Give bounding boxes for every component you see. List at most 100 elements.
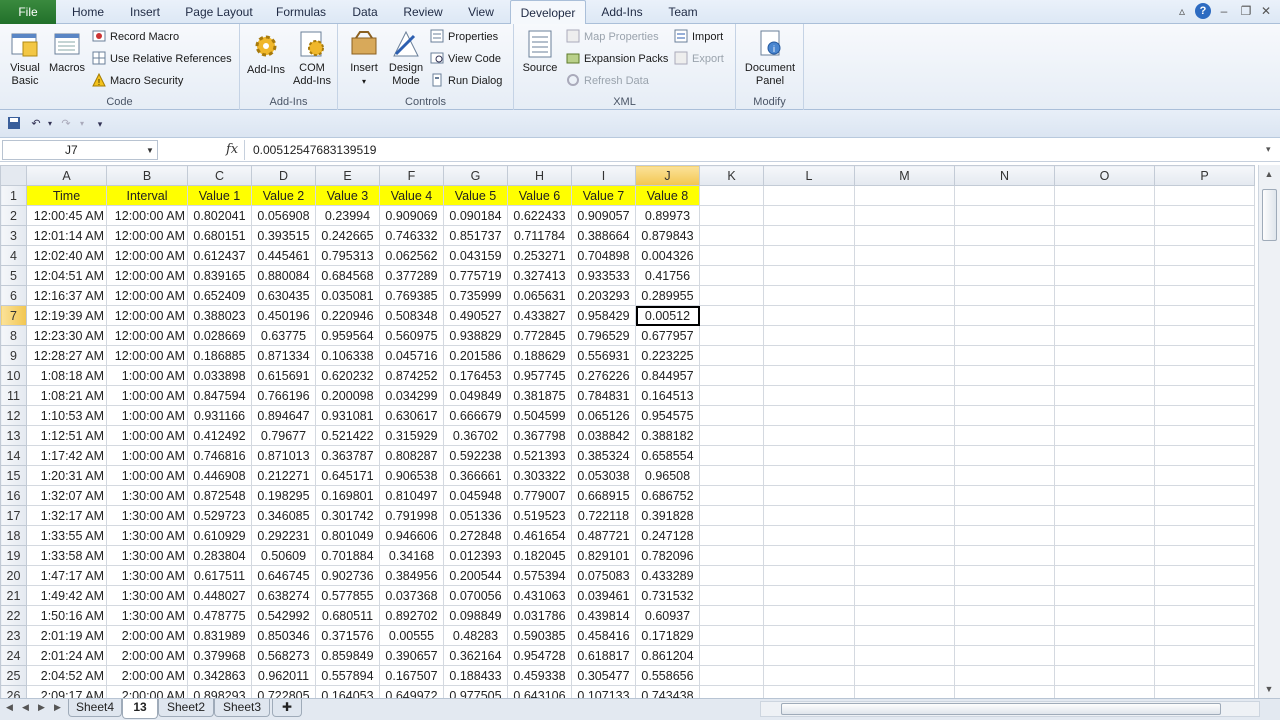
row-header[interactable]: 11 [0,385,27,406]
cell[interactable]: 0.746332 [379,225,444,246]
cell[interactable]: 0.045948 [443,485,508,506]
cell[interactable]: 0.743438 [635,685,700,698]
cell[interactable]: 0.461654 [507,525,572,546]
cell[interactable]: 0.89973 [635,205,700,226]
cell[interactable] [763,345,855,366]
cell[interactable]: 1:33:58 AM [26,545,107,566]
formula-input[interactable]: 0.00512547683139519 [244,140,1264,160]
cell[interactable] [1154,345,1255,366]
cell[interactable] [854,685,955,698]
column-header-l[interactable]: L [763,165,855,186]
cell[interactable] [954,485,1055,506]
column-header-e[interactable]: E [315,165,380,186]
cell[interactable] [954,505,1055,526]
cell[interactable]: 0.557894 [315,665,380,686]
cell[interactable]: 0.171829 [635,625,700,646]
cell[interactable] [954,365,1055,386]
vertical-scrollbar[interactable]: ▲ ▼ [1258,165,1280,698]
source-button[interactable]: Source [520,28,560,75]
cell[interactable]: 0.931166 [187,405,252,426]
cell[interactable] [854,485,955,506]
cell[interactable]: 0.034299 [379,385,444,406]
cell[interactable]: 0.36702 [443,425,508,446]
cell[interactable] [1054,265,1155,286]
cell[interactable] [699,485,764,506]
cell[interactable]: 0.558656 [635,665,700,686]
properties-button[interactable]: Properties [430,27,498,47]
row-header[interactable]: 3 [0,225,27,246]
cell[interactable]: 0.242665 [315,225,380,246]
cell[interactable]: 0.433289 [635,565,700,586]
insert-sheet-icon[interactable]: ✚ [272,699,302,717]
row-header[interactable]: 24 [0,645,27,666]
cell[interactable] [954,305,1055,326]
cell[interactable] [1054,345,1155,366]
cell[interactable]: 2:01:24 AM [26,645,107,666]
cell[interactable] [699,585,764,606]
cell[interactable]: 12:16:37 AM [26,285,107,306]
cell[interactable]: 12:00:00 AM [106,245,188,266]
cell[interactable] [763,185,855,206]
cell[interactable]: 0.880084 [251,265,316,286]
cell[interactable] [854,305,955,326]
cell[interactable]: 0.390657 [379,645,444,666]
cell[interactable]: 0.677957 [635,325,700,346]
cell[interactable]: 0.618817 [571,645,636,666]
expand-formula-bar-icon[interactable]: ▾ [1266,144,1271,155]
cell[interactable]: 0.872548 [187,485,252,506]
cell[interactable] [763,605,855,626]
cell[interactable]: Value 7 [571,185,636,206]
cell[interactable]: 0.445461 [251,245,316,266]
cell[interactable]: 1:12:51 AM [26,425,107,446]
cell[interactable]: 0.200098 [315,385,380,406]
sheet-tab-sheet3[interactable]: Sheet3 [214,699,270,717]
cell[interactable] [954,665,1055,686]
cell[interactable]: 1:32:17 AM [26,505,107,526]
cell[interactable] [699,425,764,446]
cell[interactable]: 0.188629 [507,345,572,366]
row-header[interactable]: 22 [0,605,27,626]
cell[interactable] [699,205,764,226]
cell[interactable]: 0.731532 [635,585,700,606]
cell[interactable]: 0.643106 [507,685,572,698]
row-header[interactable]: 21 [0,585,27,606]
row-header[interactable]: 4 [0,245,27,266]
cell[interactable]: 0.861204 [635,645,700,666]
cell[interactable]: 2:04:52 AM [26,665,107,686]
cell[interactable] [854,285,955,306]
cell[interactable]: Value 2 [251,185,316,206]
cell[interactable] [1054,485,1155,506]
row-header[interactable]: 10 [0,365,27,386]
cell[interactable]: 0.519523 [507,505,572,526]
prev-sheet-icon[interactable]: ◀ [22,702,29,713]
cell[interactable]: 0.638274 [251,585,316,606]
cell[interactable]: 0.96508 [635,465,700,486]
cell[interactable]: 0.487721 [571,525,636,546]
cell[interactable] [854,365,955,386]
row-header[interactable]: 17 [0,505,27,526]
cell[interactable] [763,685,855,698]
expansion-packs-button[interactable]: Expansion Packs [566,49,668,69]
cell[interactable]: 0.850346 [251,625,316,646]
cell[interactable] [954,605,1055,626]
cell[interactable] [954,285,1055,306]
cell[interactable] [1054,325,1155,346]
cell[interactable]: 0.680151 [187,225,252,246]
cell[interactable]: 0.48283 [443,625,508,646]
redo-icon[interactable]: ↷ [58,116,74,132]
cell[interactable]: 0.646745 [251,565,316,586]
cell[interactable] [854,525,955,546]
cell[interactable]: 2:00:00 AM [106,625,188,646]
cell[interactable]: 1:49:42 AM [26,585,107,606]
cell[interactable] [1054,665,1155,686]
cell[interactable] [954,325,1055,346]
cell[interactable]: Value 4 [379,185,444,206]
cell[interactable] [1154,585,1255,606]
cell[interactable] [1154,545,1255,566]
cell[interactable]: 0.590385 [507,625,572,646]
cell[interactable]: 1:33:55 AM [26,525,107,546]
column-header-d[interactable]: D [251,165,316,186]
cell[interactable] [763,625,855,646]
cell[interactable]: 0.045716 [379,345,444,366]
cell[interactable] [954,625,1055,646]
